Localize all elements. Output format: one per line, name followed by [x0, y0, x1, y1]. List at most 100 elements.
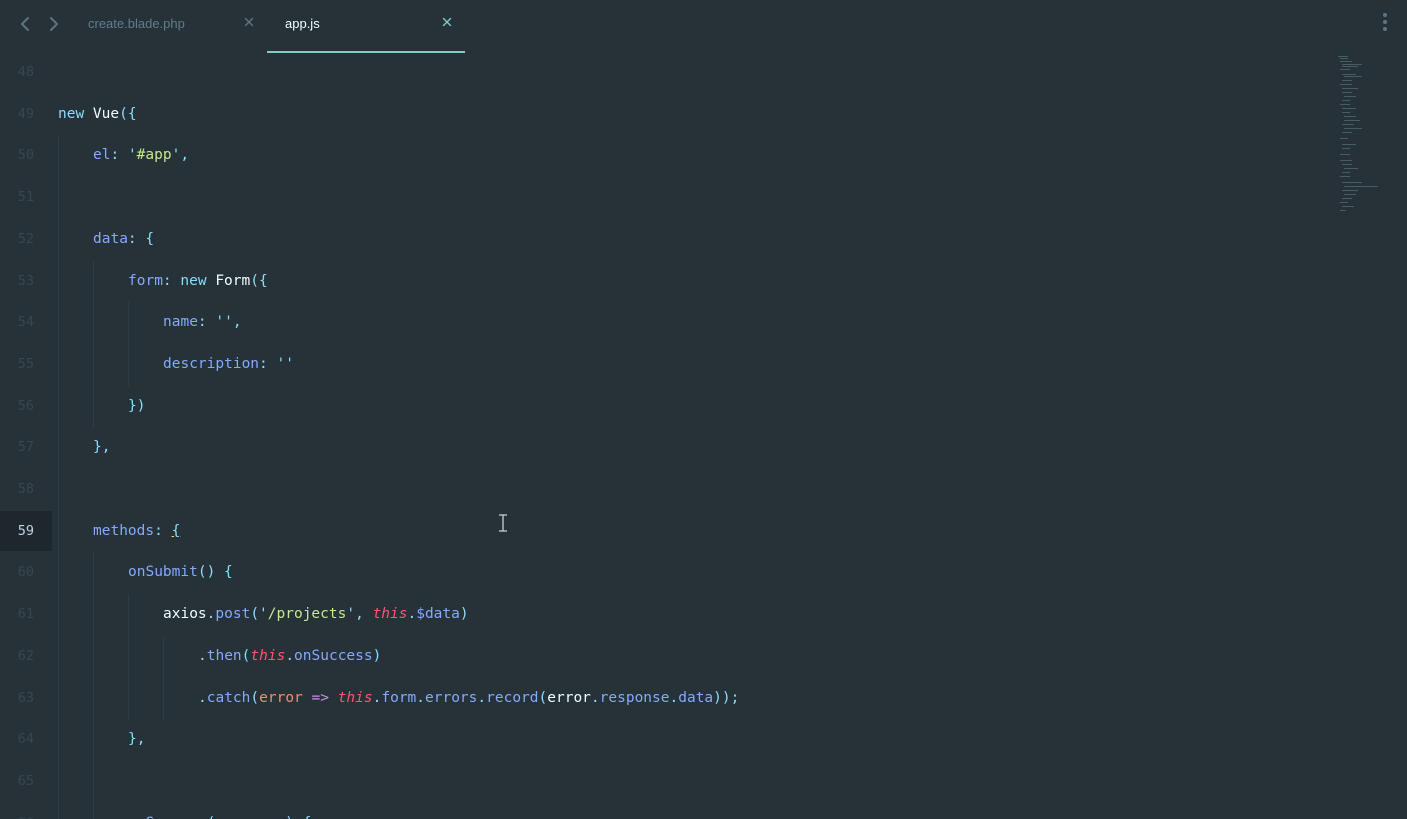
code-token: . — [198, 689, 207, 706]
code-token: '' — [276, 355, 294, 372]
minimap-line — [1342, 198, 1352, 199]
code-token: ( — [538, 689, 548, 706]
code-token: Vue — [92, 105, 120, 122]
code-line[interactable]: 52 data: { — [0, 218, 1330, 261]
minimap-line — [1340, 210, 1346, 211]
minimap-line — [1342, 206, 1354, 207]
code-token: . — [477, 689, 487, 706]
minimap-line — [1342, 164, 1352, 165]
code-token: catch — [206, 689, 251, 706]
code-line[interactable]: 50 el: '#app', — [0, 135, 1330, 178]
code-line[interactable]: 63 .catch(error => this.form.errors.recor… — [0, 677, 1330, 720]
minimap-line — [1344, 194, 1356, 195]
code-token: => — [302, 689, 338, 706]
line-number: 57 — [17, 439, 34, 456]
code-line[interactable]: 51 — [0, 177, 1330, 220]
code-token: description — [163, 355, 260, 372]
minimap-line — [1340, 154, 1350, 155]
line-number: 55 — [17, 355, 34, 372]
minimap-line — [1342, 64, 1362, 65]
minimap-line — [1340, 61, 1352, 62]
code-token: . — [416, 689, 426, 706]
minimap-line — [1342, 124, 1354, 125]
code-text: axios.post('/projects', this.$data) — [163, 594, 469, 634]
code-token: }, — [128, 731, 146, 748]
indent-guide — [128, 594, 129, 637]
code-line[interactable]: 53 form: new Form({ — [0, 260, 1330, 303]
code-line[interactable]: 65 — [0, 760, 1330, 803]
indent-guide — [163, 677, 164, 720]
indent-guide — [58, 177, 59, 220]
code-token: : — [259, 355, 277, 372]
chevron-left-icon[interactable] — [16, 14, 34, 34]
code-token: { — [171, 522, 181, 539]
code-line[interactable]: 64}, — [0, 719, 1330, 762]
minimap-line — [1340, 176, 1350, 177]
line-number: 61 — [17, 606, 34, 623]
indent-guide — [93, 302, 94, 345]
minimap-line — [1344, 116, 1356, 117]
code-text: name: '', — [163, 302, 242, 342]
line-number: 64 — [17, 731, 34, 748]
code-line[interactable]: 54 name: '', — [0, 302, 1330, 345]
minimap[interactable] — [1336, 52, 1386, 222]
code-token: post — [215, 606, 251, 623]
code-line[interactable]: 48 — [0, 52, 1330, 94]
code-text: onSuccess(response) { — [128, 803, 311, 819]
code-token: methods — [93, 522, 155, 539]
code-token: ({ — [119, 105, 137, 122]
close-icon[interactable] — [439, 14, 455, 30]
minimap-line — [1342, 88, 1358, 89]
indent-guide — [163, 635, 164, 678]
indent-guide — [58, 260, 59, 303]
minimap-line — [1342, 190, 1358, 191]
minimap-line — [1342, 132, 1352, 133]
minimap-line — [1340, 58, 1348, 59]
indent-guide — [93, 594, 94, 637]
close-icon[interactable] — [241, 14, 257, 30]
code-line[interactable]: 60 onSubmit() { — [0, 552, 1330, 595]
code-editor[interactable]: 48 49 new Vue({50 el: '#app', 51 52 data: {53 f… — [0, 52, 1407, 819]
code-token: record — [486, 689, 539, 706]
code-token: error — [547, 689, 591, 706]
code-token: . — [669, 689, 679, 706]
indent-guide — [58, 469, 59, 511]
more-vertical-icon[interactable] — [1377, 13, 1393, 35]
tab-app-js[interactable]: app.js — [267, 0, 465, 53]
code-token: form — [381, 689, 417, 706]
code-line[interactable]: 57}, — [0, 427, 1330, 470]
code-token: ) — [372, 647, 382, 664]
line-number: 58 — [17, 481, 34, 497]
code-line[interactable]: 49 new Vue({ — [0, 94, 1330, 136]
code-token: error — [259, 689, 303, 706]
minimap-line — [1342, 148, 1350, 149]
code-line[interactable]: 58 — [0, 469, 1330, 511]
code-token: : — [162, 272, 181, 289]
code-text: }, — [93, 427, 110, 467]
line-number: 48 — [17, 64, 34, 80]
minimap-line — [1344, 168, 1358, 169]
code-token: , — [180, 147, 190, 164]
code-line[interactable]: 61 axios.post('/projects', this.$data) — [0, 594, 1330, 637]
chevron-right-icon[interactable] — [45, 14, 63, 34]
indent-guide — [58, 302, 59, 345]
code-line[interactable]: 59 methods: { — [0, 510, 1330, 553]
code-line[interactable]: 56}) — [0, 385, 1330, 428]
tab-create-blade-php[interactable]: create.blade.php — [68, 0, 266, 52]
indent-guide — [128, 343, 129, 386]
code-token: }, — [93, 439, 111, 456]
line-number: 56 — [17, 397, 34, 414]
minimap-line — [1340, 84, 1352, 85]
minimap-line — [1338, 56, 1348, 57]
indent-guide — [93, 260, 94, 303]
code-line[interactable]: 55 description: '' — [0, 343, 1330, 386]
indent-guide — [58, 385, 59, 428]
indent-guide — [58, 343, 59, 386]
code-line[interactable]: 62 .then(this.onSuccess) — [0, 635, 1330, 678]
code-token: data — [678, 689, 714, 706]
minimap-line — [1344, 128, 1362, 129]
code-token: form — [128, 272, 163, 289]
minimap-line — [1344, 96, 1356, 97]
code-line[interactable]: 66 onSuccess(response) { — [0, 802, 1330, 819]
code-token: ( — [250, 689, 260, 706]
